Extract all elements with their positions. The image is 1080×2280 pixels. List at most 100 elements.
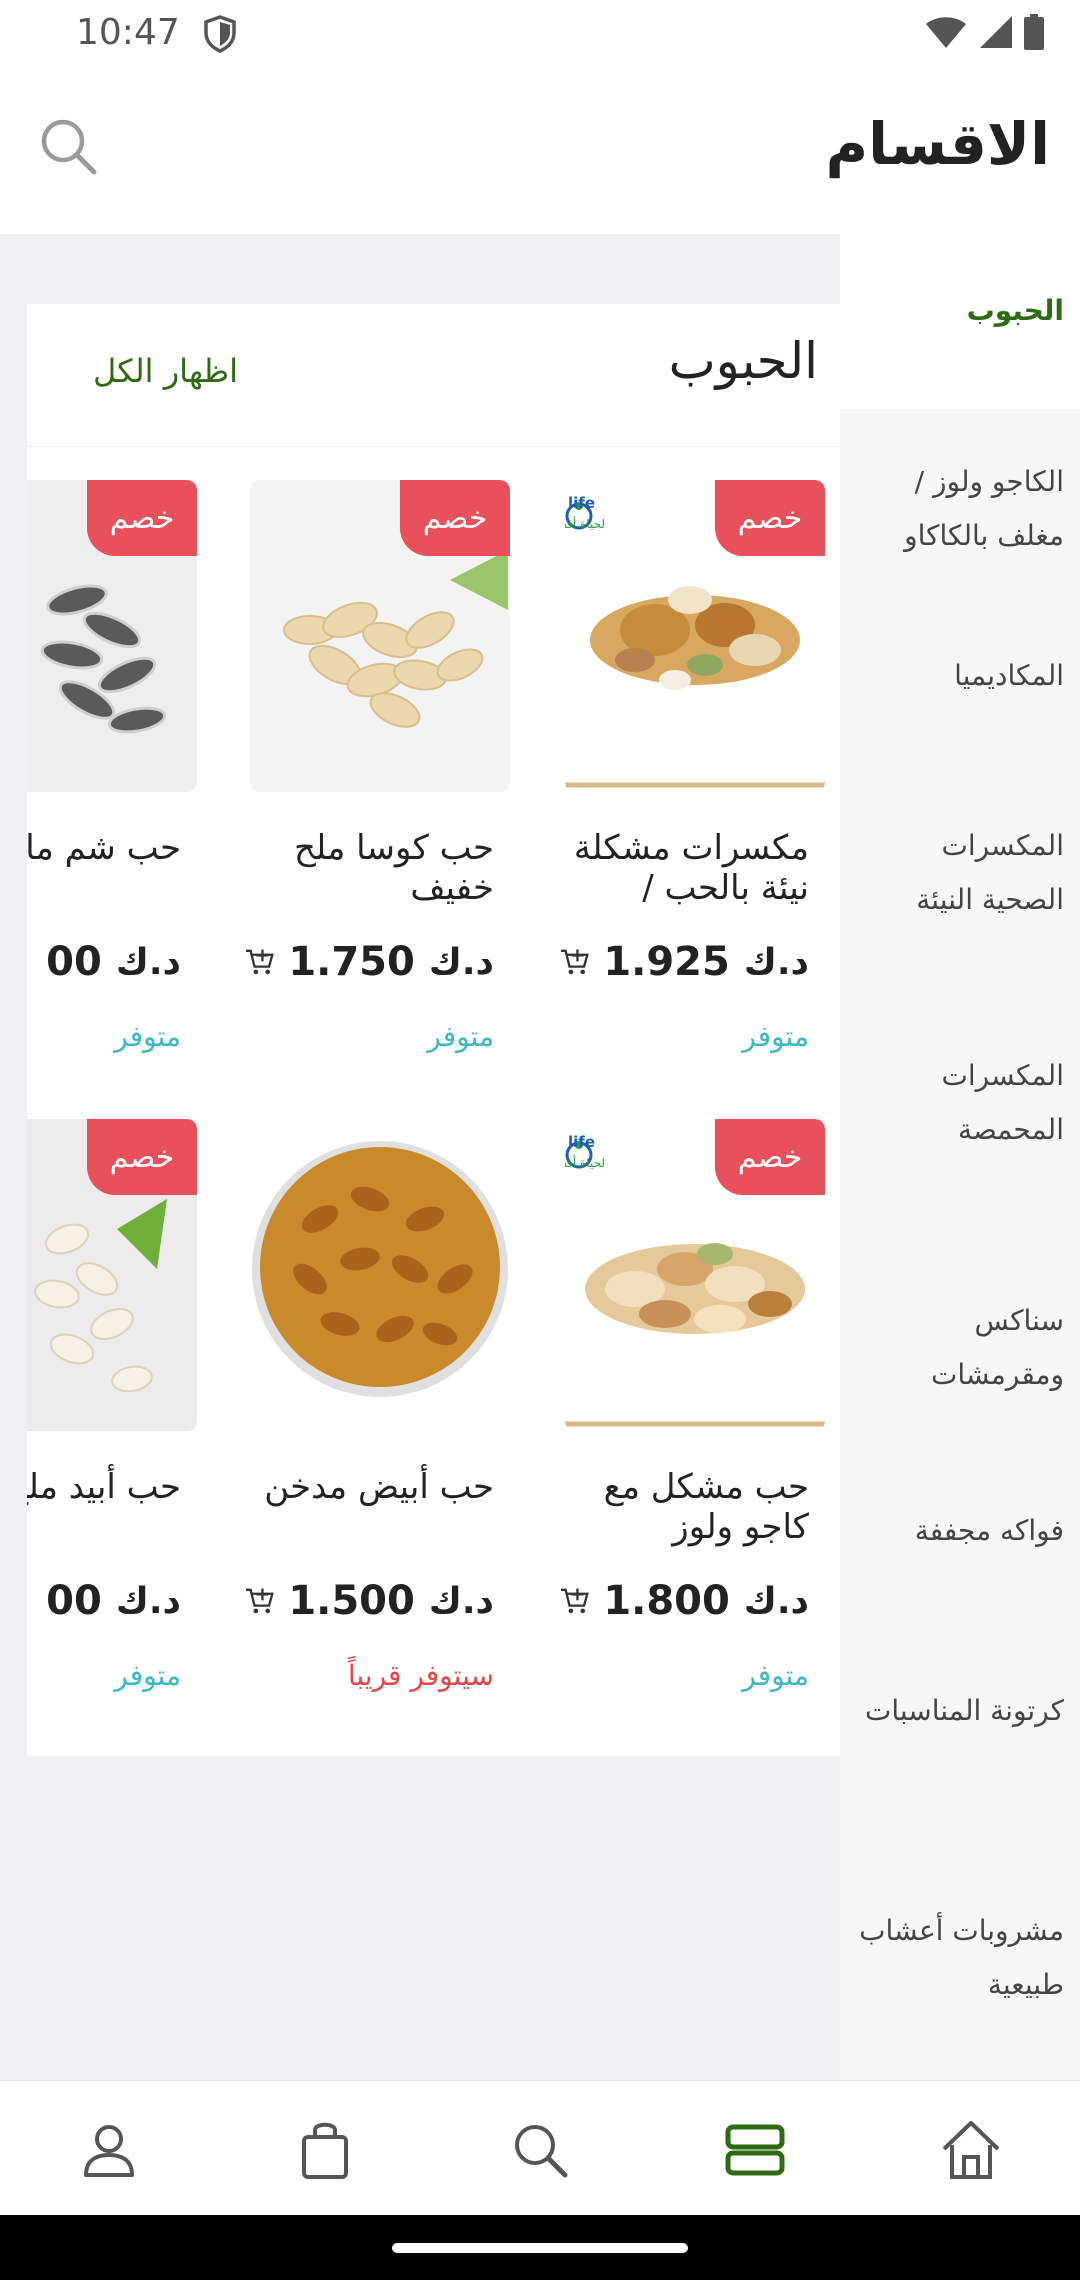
category-sidebar[interactable]: الحبوب الكاجو ولوز / مغلف بالكاكاو المكا…: [840, 234, 1080, 2080]
discount-badge: خصم: [400, 480, 510, 556]
sidebar-item-grains[interactable]: الحبوب: [840, 234, 1080, 409]
availability-status: متوفر: [114, 1020, 181, 1053]
product-image[interactable]: healthy life لحياة أفضل خصم: [565, 480, 825, 792]
battery-icon: [1024, 14, 1044, 50]
sidebar-item-herbal-drinks[interactable]: مشروبات أعشاب طبيعية: [840, 1904, 1080, 2064]
shield-icon: [204, 15, 236, 53]
price: 00: [46, 939, 102, 985]
product-image[interactable]: خصم: [250, 480, 510, 792]
user-icon[interactable]: [74, 2115, 144, 2185]
categories-icon[interactable]: [720, 2115, 790, 2185]
price: 1.925: [603, 939, 730, 985]
brand-logo: healthy life لحياة أفضل: [565, 494, 605, 531]
price: 1.750: [288, 939, 415, 985]
svg-text:لحياة أفضل: لحياة أفضل: [565, 516, 605, 531]
app-header: الاقسام: [0, 70, 1080, 234]
discount-badge: خصم: [87, 1119, 197, 1195]
product-card[interactable]: خصم حب كوسا ملح خفيف د.ك 1.750 متوفر: [245, 480, 510, 1080]
sidebar-item-raw-nuts[interactable]: المكسرات الصحية النيئة: [840, 809, 1080, 1039]
section-header: الحبوب اظهار الكل: [27, 304, 840, 447]
wifi-icon: [926, 17, 966, 48]
add-to-cart-icon[interactable]: [559, 939, 589, 985]
product-image[interactable]: خصم: [27, 1119, 197, 1431]
sidebar-item-macadamia[interactable]: المكاديميا: [840, 639, 1080, 809]
product-name: حب أبيد ملح: [27, 1467, 181, 1507]
availability-status: متوفر: [427, 1020, 494, 1053]
discount-badge: خصم: [715, 480, 825, 556]
currency: د.ك: [743, 1580, 809, 1622]
sidebar-item-label: الكاجو ولوز / مغلف بالكاكاو: [904, 465, 1064, 552]
shopping-bag-icon[interactable]: [290, 2115, 360, 2185]
currency: د.ك: [115, 941, 181, 983]
brand-logo: healthy life لحياة أفضل: [565, 1133, 605, 1170]
price-row: د.ك 1.800: [559, 1571, 809, 1631]
availability-status: سيتوفر قريباً: [347, 1659, 494, 1692]
product-card[interactable]: خصم حب أبيد ملح د.ك 00 متوفر: [27, 1119, 197, 1719]
product-card[interactable]: healthy life لحياة أفضل خصم مكسرات مشكلة…: [560, 480, 825, 1080]
sidebar-item-label: سناكس ومقرمشات: [931, 1304, 1064, 1391]
product-name: حب شم مالح: [27, 828, 181, 868]
status-time: 10:47: [76, 12, 180, 53]
sidebar-item-cashew-almond[interactable]: الكاجو ولوز / مغلف بالكاكاو: [840, 409, 1080, 639]
search-icon[interactable]: [505, 2115, 575, 2185]
price-row: د.ك 00: [27, 1571, 181, 1631]
products-panel: الحبوب اظهار الكل life لحياة أف خصم مكسر…: [27, 304, 840, 1756]
product-name: حب كوسا ملح خفيف: [293, 828, 494, 908]
search-icon[interactable]: [36, 114, 100, 178]
product-image[interactable]: [250, 1119, 510, 1431]
add-to-cart-icon[interactable]: [244, 939, 274, 985]
home-gesture-handle[interactable]: [392, 2243, 688, 2253]
sidebar-item-occasions-box[interactable]: كرتونة المناسبات: [840, 1674, 1080, 1904]
status-bar: 10:47: [0, 0, 1080, 70]
home-icon[interactable]: [936, 2115, 1006, 2185]
bottom-navigation: [0, 2080, 1080, 2216]
currency: د.ك: [428, 941, 494, 983]
sidebar-item-snacks[interactable]: سناكس ومقرمشات: [840, 1284, 1080, 1494]
svg-text:healthy life: healthy life: [565, 1133, 595, 1151]
price-row: د.ك 1.750: [244, 932, 494, 992]
product-image[interactable]: خصم: [27, 480, 197, 792]
availability-status: متوفر: [114, 1659, 181, 1692]
status-icons: [924, 14, 1044, 50]
price-row: د.ك 1.925: [559, 932, 809, 992]
currency: د.ك: [115, 1580, 181, 1622]
sidebar-item-label: فواكه مجففة: [914, 1514, 1064, 1547]
system-gesture-bar: [0, 2215, 1080, 2280]
sidebar-item-label: الحبوب: [966, 294, 1064, 327]
product-image[interactable]: healthy life لحياة أفضل خصم: [565, 1119, 825, 1431]
sidebar-item-label: المكاديميا: [954, 659, 1064, 692]
sidebar-item-label: المكسرات المحمصة: [941, 1059, 1064, 1146]
sidebar-item-roasted-nuts[interactable]: المكسرات المحمصة: [840, 1039, 1080, 1284]
price: 00: [46, 1578, 102, 1624]
add-to-cart-icon[interactable]: [559, 1578, 589, 1624]
add-to-cart-icon[interactable]: [244, 1578, 274, 1624]
page-title: الاقسام: [825, 110, 1050, 178]
product-card[interactable]: healthy life لحياة أفضل خصم حب مشكل مع ك…: [560, 1119, 825, 1719]
currency: د.ك: [743, 941, 809, 983]
price-row: د.ك 1.500: [244, 1571, 494, 1631]
price: 1.500: [288, 1578, 415, 1624]
price-row: د.ك 00: [27, 932, 181, 992]
currency: د.ك: [428, 1580, 494, 1622]
product-name: حب أبيض مدخن: [264, 1467, 494, 1507]
svg-text:لحياة أفضل: لحياة أفضل: [565, 1155, 605, 1170]
smoked-seeds-image: [250, 1119, 510, 1431]
signal-icon: [980, 16, 1012, 48]
product-card[interactable]: خصم حب شم مالح د.ك 00 متوفر: [27, 480, 197, 1080]
discount-badge: خصم: [715, 1119, 825, 1195]
show-all-link[interactable]: اظهار الكل: [93, 352, 238, 390]
price: 1.800: [603, 1578, 730, 1624]
sidebar-item-label: كرتونة المناسبات: [864, 1694, 1064, 1727]
availability-status: متوفر: [742, 1020, 809, 1053]
sidebar-item-label: المكسرات الصحية النيئة: [916, 829, 1064, 916]
product-name: مكسرات مشكلة نيئة بالحب /: [573, 828, 809, 908]
sidebar-item-label: مشروبات أعشاب طبيعية: [859, 1914, 1064, 2001]
product-name: حب مشكل مع كاجو ولوز: [603, 1467, 809, 1547]
discount-badge: خصم: [87, 480, 197, 556]
product-card[interactable]: حب أبيض مدخن د.ك 1.500 سيتوفر قريباً: [245, 1119, 510, 1719]
main-area: الحبوب الكاجو ولوز / مغلف بالكاكاو المكا…: [0, 234, 1080, 2080]
svg-text:healthy life: healthy life: [565, 494, 595, 512]
section-title: الحبوب: [668, 332, 818, 390]
availability-status: متوفر: [742, 1659, 809, 1692]
sidebar-item-dried-fruits[interactable]: فواكه مجففة: [840, 1494, 1080, 1674]
